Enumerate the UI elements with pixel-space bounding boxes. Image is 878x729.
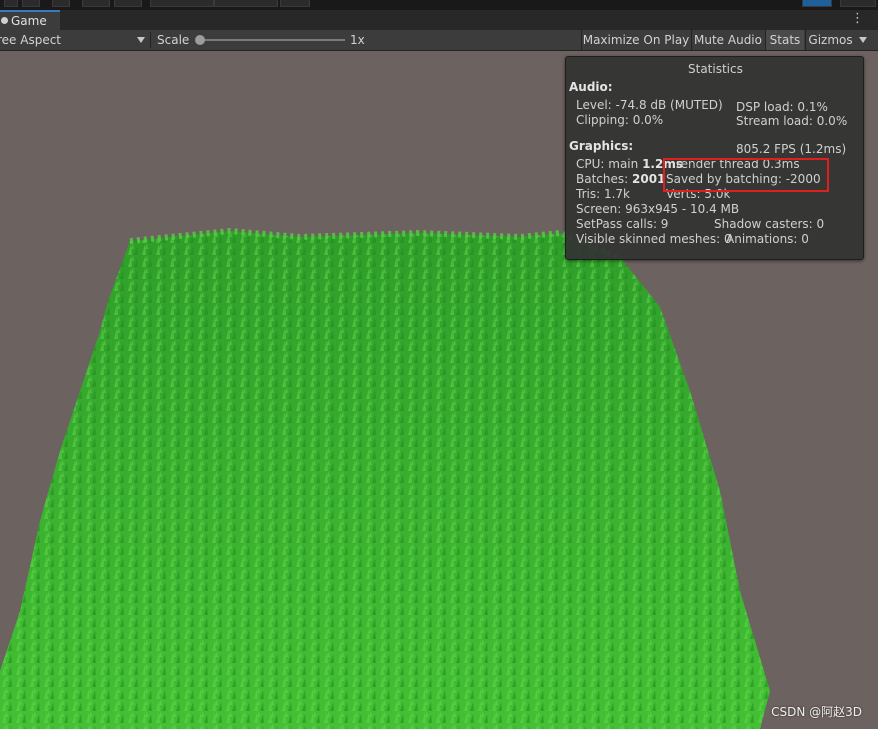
mute-audio-button[interactable]: Mute Audio bbox=[691, 30, 764, 50]
shadow-casters: Shadow casters: 0 bbox=[714, 217, 825, 231]
aspect-dropdown[interactable]: ree Aspect bbox=[0, 30, 150, 50]
toolbar-icon[interactable] bbox=[82, 0, 110, 7]
more-menu-icon[interactable]: ⋮ bbox=[851, 12, 864, 26]
gizmos-button[interactable]: Gizmos bbox=[805, 30, 855, 50]
maximize-on-play-button[interactable]: Maximize On Play bbox=[581, 30, 690, 50]
tris: Tris: 1.7k bbox=[576, 187, 630, 201]
audio-clipping: Clipping: 0.0% bbox=[576, 113, 664, 127]
audio-level: Level: -74.8 dB (MUTED) bbox=[576, 98, 723, 112]
divider bbox=[150, 32, 151, 48]
chevron-down-icon[interactable] bbox=[859, 37, 867, 43]
toolbar-icon[interactable] bbox=[214, 0, 278, 7]
aspect-label: ree Aspect bbox=[0, 33, 62, 47]
skinned-meshes: Visible skinned meshes: 0 bbox=[576, 232, 732, 246]
toolbar-icon[interactable] bbox=[52, 0, 70, 7]
graphics-header: Graphics: bbox=[569, 139, 634, 153]
scale-slider-track[interactable] bbox=[198, 39, 345, 41]
tab-game-label: Game bbox=[11, 14, 47, 28]
toolbar-icon[interactable] bbox=[150, 0, 214, 7]
tab-game[interactable]: Game bbox=[0, 10, 60, 30]
batches-label: Batches: bbox=[576, 172, 632, 186]
cpu-main-label: CPU: main bbox=[576, 157, 643, 171]
fps-readout: 805.2 FPS (1.2ms) bbox=[736, 142, 847, 156]
batches-value: 2001 bbox=[632, 172, 666, 186]
toolbar-icon[interactable] bbox=[114, 0, 142, 7]
setpass-calls: SetPass calls: 9 bbox=[576, 217, 669, 231]
stats-title: Statistics bbox=[688, 62, 743, 76]
grass-blades bbox=[0, 231, 770, 729]
toolbar-icon[interactable] bbox=[840, 0, 876, 7]
toolbar-icon[interactable] bbox=[802, 0, 832, 7]
toolbar-icon[interactable] bbox=[22, 0, 40, 7]
screen-info: Screen: 963x945 - 10.4 MB bbox=[576, 202, 740, 216]
chevron-down-icon bbox=[137, 37, 145, 43]
toolbar-icon[interactable] bbox=[280, 0, 310, 7]
watermark: CSDN @阿赵3D bbox=[771, 705, 862, 719]
scale-value: 1x bbox=[350, 33, 365, 47]
stream-load: Stream load: 0.0% bbox=[736, 114, 848, 128]
batches: Batches: 2001 bbox=[576, 172, 665, 186]
editor-top-strip bbox=[0, 0, 878, 10]
scale-slider-thumb[interactable] bbox=[195, 35, 205, 45]
highlight-box bbox=[663, 158, 829, 192]
game-toolbar: ree Aspect Scale 1x Maximize On Play Mut… bbox=[0, 30, 878, 51]
stats-button[interactable]: Stats bbox=[765, 30, 804, 50]
scale-label: Scale bbox=[157, 33, 190, 47]
tab-bar: Game ⋮ bbox=[0, 10, 878, 30]
dsp-load: DSP load: 0.1% bbox=[736, 100, 828, 114]
toolbar-icon[interactable] bbox=[4, 0, 18, 7]
audio-header: Audio: bbox=[569, 80, 613, 94]
game-icon bbox=[1, 17, 8, 24]
animations: Animations: 0 bbox=[726, 232, 809, 246]
